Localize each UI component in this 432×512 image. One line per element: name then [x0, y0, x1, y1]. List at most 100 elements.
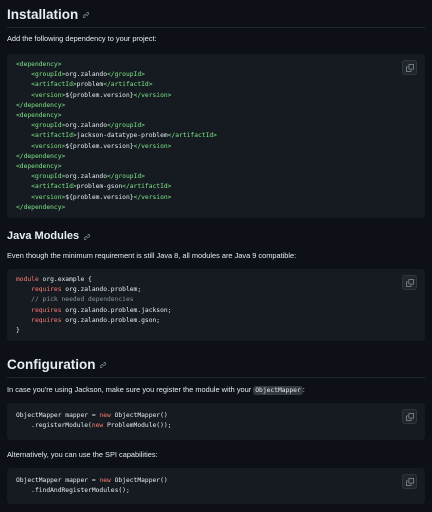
- code-token: ${problem.version}: [65, 142, 134, 150]
- code-token: org.zalando.problem;: [61, 286, 142, 294]
- code-token: requires: [31, 286, 62, 294]
- code-token: <version>: [31, 193, 66, 201]
- code-line: requires org.zalando.problem.gson;: [16, 316, 425, 326]
- anchor-link-icon[interactable]: [82, 11, 90, 19]
- code-token: <dependency>: [16, 112, 62, 120]
- code-token: problem: [76, 81, 104, 89]
- code-token: org.zalando.problem.gson;: [61, 316, 161, 324]
- code-line: requires org.zalando.problem.jackson;: [16, 306, 425, 316]
- code-token: new: [99, 477, 111, 484]
- copy-icon: [405, 412, 414, 421]
- code-line: // pick needed dependencies: [16, 295, 425, 305]
- code-line: ObjectMapper mapper = new ObjectMapper(): [16, 411, 425, 421]
- java-modules-intro: Even though the minimum requirement is s…: [7, 251, 297, 260]
- code-token: .registerModule(: [16, 422, 92, 430]
- code-token: jackson-datatype-problem: [76, 132, 168, 140]
- code-token: <artifactId>: [31, 183, 77, 191]
- code-line: </dependency>: [16, 101, 425, 111]
- code-token: </groupId>: [107, 122, 145, 130]
- copy-icon: [405, 278, 414, 287]
- code-line: <groupId>org.zalando</groupId>: [16, 121, 425, 131]
- code-token: ObjectMapper mapper =: [16, 412, 100, 419]
- code-line: <artifactId>problem</artifactId>: [16, 80, 425, 90]
- inline-code-objectmapper: ObjectMapper: [253, 386, 303, 395]
- code-token: ObjectMapper mapper =: [16, 477, 100, 484]
- code-token: </artifactId>: [122, 183, 172, 191]
- code-token: ObjectMapper(): [110, 412, 168, 419]
- code-token: problem-gson: [76, 183, 123, 191]
- code-token: <artifactId>: [31, 132, 77, 140]
- code-line: requires org.zalando.problem;: [16, 285, 425, 295]
- code-token: </groupId>: [107, 173, 145, 181]
- code-token: </version>: [133, 142, 172, 150]
- code-token: </artifactId>: [167, 132, 217, 140]
- code-line: <dependency>: [16, 60, 425, 70]
- code-line: <dependency>: [16, 162, 425, 172]
- code-line: </dependency>: [16, 152, 425, 162]
- code-line: .findAndRegisterModules();: [16, 486, 425, 496]
- code-token: <version>: [31, 91, 66, 99]
- code-line: <artifactId>jackson-datatype-problem</ar…: [16, 131, 425, 141]
- heading-divider: [7, 377, 425, 378]
- code-line: <artifactId>problem-gson</artifactId>: [16, 182, 425, 192]
- code-token: </dependency>: [16, 152, 66, 160]
- alternative-text: Alternatively, you can use the SPI capab…: [7, 450, 158, 459]
- copy-icon: [405, 477, 414, 486]
- code-token: ObjectMapper(): [110, 477, 168, 484]
- code-token: </version>: [133, 91, 172, 99]
- code-token: <dependency>: [16, 61, 62, 68]
- spi-code-block: ObjectMapper mapper = new ObjectMapper()…: [7, 468, 425, 504]
- code-line: ObjectMapper mapper = new ObjectMapper(): [16, 476, 425, 486]
- code-token: new: [99, 412, 111, 419]
- code-token: // pick needed dependencies: [31, 296, 134, 304]
- register-module-code-block: ObjectMapper mapper = new ObjectMapper()…: [7, 403, 425, 440]
- copy-button[interactable]: [402, 60, 417, 75]
- java-modules-heading: Java Modules: [7, 231, 91, 242]
- code-line: </dependency>: [16, 203, 425, 213]
- code-token: <dependency>: [16, 163, 62, 171]
- copy-button[interactable]: [402, 474, 417, 489]
- copy-icon: [405, 63, 414, 72]
- code-token: <groupId>: [31, 173, 66, 181]
- configuration-heading: Configuration: [7, 358, 107, 372]
- code-token: ${problem.version}: [65, 193, 134, 201]
- code-line: .registerModule(new ProblemModule());: [16, 421, 425, 431]
- code-token: <version>: [31, 142, 66, 150]
- code-line: <version>${problem.version}</version>: [16, 91, 425, 101]
- code-token: requires: [31, 316, 62, 324]
- module-info-code-block: module org.example { requires org.zaland…: [7, 269, 425, 341]
- configuration-intro: In case you're using Jackson, make sure …: [7, 385, 305, 395]
- code-line: module org.example {: [16, 275, 425, 285]
- code-token: org.zalando: [65, 122, 107, 130]
- code-token: requires: [31, 306, 62, 314]
- code-token: ${problem.version}: [65, 91, 134, 99]
- code-token: org.zalando: [65, 71, 107, 79]
- code-token: ProblemModule());: [103, 422, 172, 430]
- code-token: </artifactId>: [103, 81, 153, 89]
- copy-button[interactable]: [402, 409, 417, 424]
- copy-button[interactable]: [402, 275, 417, 290]
- code-token: module: [16, 276, 39, 283]
- anchor-link-icon[interactable]: [99, 361, 107, 369]
- code-token: </dependency>: [16, 203, 66, 211]
- code-token: </version>: [133, 193, 172, 201]
- code-token: </dependency>: [16, 101, 66, 109]
- code-token: <artifactId>: [31, 81, 77, 89]
- dependency-code-block: <dependency> <groupId>org.zalando</group…: [7, 54, 425, 218]
- code-line: <dependency>: [16, 111, 425, 121]
- code-line: <groupId>org.zalando</groupId>: [16, 70, 425, 80]
- anchor-link-icon[interactable]: [83, 233, 91, 241]
